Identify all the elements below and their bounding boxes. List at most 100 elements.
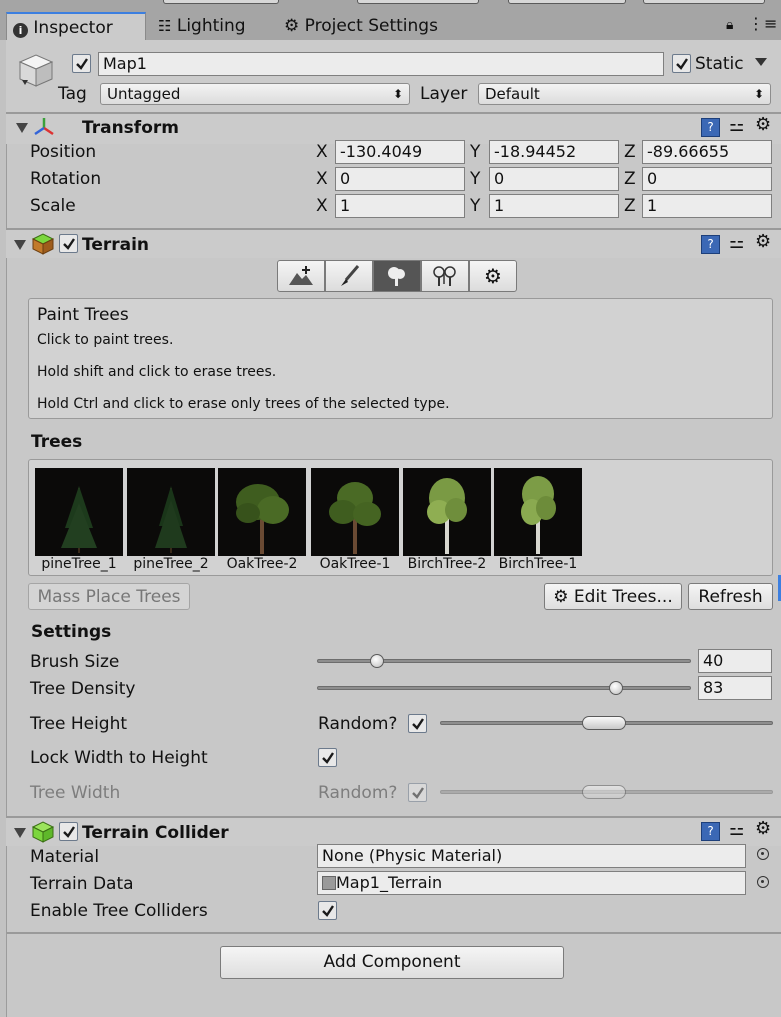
object-picker-icon[interactable] — [757, 876, 769, 888]
foldout-arrow-icon[interactable] — [14, 240, 26, 250]
tag-dropdown[interactable]: Untagged ⬍ — [100, 83, 410, 105]
active-checkbox[interactable] — [72, 54, 91, 73]
toolbar-button[interactable] — [508, 0, 626, 4]
material-object-field[interactable]: None (Physic Material) — [317, 844, 746, 868]
raise-lower-tool-button[interactable] — [277, 260, 325, 292]
mass-place-trees-button[interactable]: Mass Place Trees — [28, 583, 190, 610]
layer-label: Layer — [420, 84, 468, 104]
add-component-button[interactable]: Add Component — [220, 946, 564, 979]
object-picker-icon[interactable] — [757, 848, 769, 860]
tree-thumbnail-pine-2[interactable] — [127, 468, 215, 556]
lock-width-label: Lock Width to Height — [30, 748, 208, 768]
help-book-icon[interactable]: ? — [701, 822, 720, 841]
refresh-button[interactable]: Refresh — [688, 583, 773, 610]
tree-height-label: Tree Height — [30, 714, 128, 734]
updown-arrow-icon: ⬍ — [753, 87, 764, 101]
tree-thumbnail-oak-2[interactable] — [218, 468, 306, 556]
terrain-enabled-checkbox[interactable] — [59, 234, 78, 253]
component-settings-icon[interactable]: ⚙ — [755, 818, 771, 839]
position-z-field[interactable]: -89.66655 — [642, 140, 772, 164]
axis-z-label: Z — [624, 142, 636, 162]
paint-texture-tool-button[interactable] — [325, 260, 373, 292]
lock-icon[interactable]: 🔒︎ — [726, 17, 733, 33]
tab-project-settings[interactable]: ⚙ Project Settings — [278, 12, 458, 40]
foldout-arrow-icon[interactable] — [14, 828, 26, 838]
paint-trees-icon — [388, 267, 405, 286]
terrain-title: Terrain — [82, 235, 150, 255]
transform-title: Transform — [82, 118, 179, 138]
terrain-data-object-field[interactable]: Map1_Terrain — [317, 871, 746, 895]
paint-brush-icon — [341, 265, 360, 286]
toolbar-button[interactable] — [643, 0, 765, 4]
object-name-field[interactable]: Map1 — [98, 52, 664, 76]
static-checkbox[interactable] — [672, 54, 691, 73]
tree-thumbnail-pine-1[interactable] — [35, 468, 123, 556]
settings-header: Settings — [31, 622, 112, 642]
tree-label: BirchTree-2 — [407, 556, 487, 572]
foldout-arrow-icon[interactable] — [16, 123, 28, 133]
scale-z-field[interactable]: 1 — [642, 194, 772, 218]
tree-thumbnail-birch-2[interactable] — [403, 468, 491, 556]
help-line: Click to paint trees. — [37, 332, 174, 348]
component-settings-icon[interactable]: ⚙ — [755, 231, 771, 252]
help-book-icon[interactable]: ? — [701, 118, 720, 137]
tree-density-slider-track[interactable] — [317, 686, 691, 690]
axis-x-label: X — [316, 142, 328, 162]
preset-icon[interactable]: ⚍ — [729, 820, 744, 840]
toolbar-button[interactable] — [163, 0, 279, 4]
preset-icon[interactable]: ⚍ — [729, 233, 744, 253]
tree-density-label: Tree Density — [30, 679, 136, 699]
tab-lighting[interactable]: ☷ Lighting — [152, 12, 272, 40]
tree-thumbnail-oak-1[interactable] — [311, 468, 399, 556]
toolbar-button[interactable] — [357, 0, 479, 4]
tab-label: Project Settings — [304, 16, 438, 36]
updown-arrow-icon: ⬍ — [392, 87, 403, 101]
paint-details-icon — [433, 266, 456, 286]
scale-label: Scale — [30, 196, 76, 216]
scale-x-field[interactable]: 1 — [335, 194, 465, 218]
terrain-settings-tool-button[interactable]: ⚙ — [469, 260, 517, 292]
enable-tree-colliders-checkbox[interactable] — [318, 901, 337, 920]
layer-value: Default — [485, 85, 540, 103]
gameobject-cube-icon — [18, 54, 54, 87]
terrain-collider-enabled-checkbox[interactable] — [59, 822, 78, 841]
paint-trees-tool-button[interactable] — [373, 260, 421, 292]
axis-y-label: Y — [470, 169, 481, 189]
tree-density-field[interactable]: 83 — [698, 676, 772, 700]
transform-icon — [34, 118, 54, 136]
axis-z-label: Z — [624, 169, 636, 189]
terrain-data-label: Terrain Data — [30, 874, 134, 894]
tree-width-random-checkbox — [408, 783, 427, 802]
terrain-data-asset-icon — [322, 876, 336, 890]
tree-height-random-checkbox[interactable] — [408, 714, 427, 733]
component-settings-icon[interactable]: ⚙ — [755, 114, 771, 135]
help-book-icon[interactable]: ? — [701, 235, 720, 254]
brush-size-slider-thumb[interactable] — [369, 654, 384, 668]
tab-menu-icon[interactable]: ⋮≡ — [748, 14, 777, 33]
help-line: Hold shift and click to erase trees. — [37, 364, 277, 380]
terrain-icon — [31, 233, 55, 255]
tree-height-random-label: Random? — [318, 714, 398, 734]
terrain-data-value: Map1_Terrain — [336, 873, 443, 892]
terrain-collider-icon — [31, 821, 55, 843]
tag-label: Tag — [58, 84, 87, 104]
tree-thumbnail-birch-1[interactable] — [494, 468, 582, 556]
rotation-z-field[interactable]: 0 — [642, 167, 772, 191]
rotation-y-field[interactable]: 0 — [489, 167, 619, 191]
preset-icon[interactable]: ⚍ — [729, 116, 744, 136]
brush-size-field[interactable]: 40 — [698, 649, 772, 673]
edit-trees-button[interactable]: ⚙ Edit Trees... — [544, 583, 682, 610]
paint-details-tool-button[interactable] — [421, 260, 469, 292]
position-y-field[interactable]: -18.94452 — [489, 140, 619, 164]
rotation-x-field[interactable]: 0 — [335, 167, 465, 191]
tree-height-minmax-thumb[interactable] — [582, 716, 626, 730]
tree-label: BirchTree-1 — [498, 556, 578, 572]
position-x-field[interactable]: -130.4049 — [335, 140, 465, 164]
lock-width-checkbox[interactable] — [318, 748, 337, 767]
info-icon: i — [13, 23, 28, 38]
tab-inspector[interactable]: i Inspector — [6, 12, 146, 40]
static-dropdown-icon[interactable] — [755, 58, 767, 66]
tree-label: pineTree_2 — [133, 556, 209, 572]
layer-dropdown[interactable]: Default ⬍ — [478, 83, 771, 105]
scale-y-field[interactable]: 1 — [489, 194, 619, 218]
